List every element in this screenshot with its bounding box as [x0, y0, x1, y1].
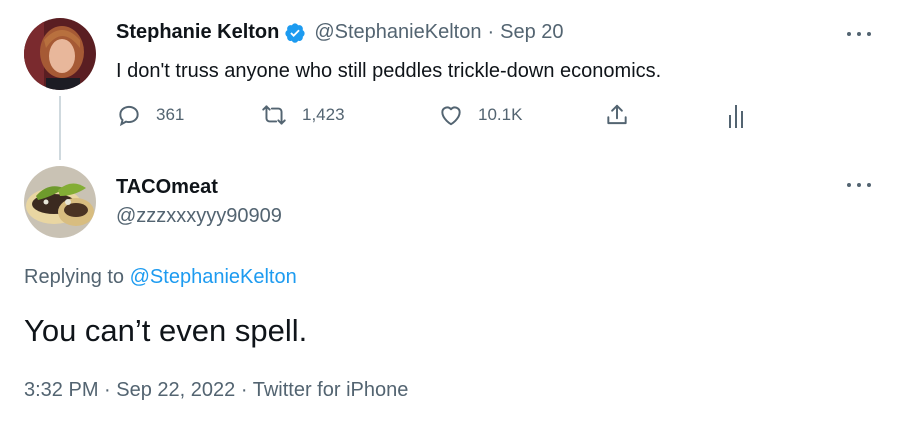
meta-separator-1: · — [104, 379, 111, 401]
author-handle[interactable]: @StephanieKelton — [314, 21, 481, 44]
reply-author-handle[interactable]: @zzzxxxyyy90909 — [116, 205, 282, 228]
retweet-button[interactable]: 1,423 — [260, 102, 345, 128]
separator-dot: · — [487, 21, 495, 43]
tweet-metadata: 3:32 PM · Sep 22, 2022 · Twitter for iPh… — [24, 379, 408, 402]
heart-icon — [438, 102, 464, 128]
reply-button[interactable]: 361 — [116, 102, 184, 128]
replying-to-line: Replying to @StephanieKelton — [24, 266, 297, 289]
replying-to-label: Replying to — [24, 266, 125, 288]
like-button[interactable]: 10.1K — [438, 102, 522, 128]
thread-connector-line — [59, 96, 61, 160]
replying-to-mention-link[interactable]: @StephanieKelton — [130, 266, 297, 288]
tweet-time[interactable]: 3:32 PM — [24, 379, 98, 401]
stephanie-kelton-avatar[interactable] — [24, 18, 96, 90]
reply-icon — [116, 102, 142, 128]
share-icon — [604, 102, 630, 128]
analytics-icon — [726, 103, 748, 129]
retweet-icon — [260, 102, 288, 128]
retweet-count: 1,423 — [302, 105, 345, 124]
analytics-button[interactable] — [726, 103, 748, 129]
tweet-full-date[interactable]: Sep 22, 2022 — [116, 379, 235, 401]
reply-more-options-icon[interactable] — [847, 181, 871, 189]
author-name[interactable]: Stephanie Kelton — [116, 21, 279, 44]
share-button[interactable] — [604, 102, 630, 128]
reply-count: 361 — [156, 105, 185, 124]
like-count: 10.1K — [478, 105, 523, 124]
original-tweet-text: I don't truss anyone who still peddles t… — [116, 60, 662, 82]
reply-author-name[interactable]: TACOmeat — [116, 176, 218, 199]
more-options-icon[interactable] — [847, 30, 871, 38]
tweet-source[interactable]: Twitter for iPhone — [253, 379, 409, 401]
tacomeat-avatar[interactable] — [24, 166, 96, 238]
reply-tweet-text: You can’t even spell. — [24, 313, 308, 348]
meta-separator-2: · — [240, 379, 248, 401]
verified-badge-icon — [284, 22, 306, 44]
tweet-date[interactable]: Sep 20 — [500, 21, 563, 44]
